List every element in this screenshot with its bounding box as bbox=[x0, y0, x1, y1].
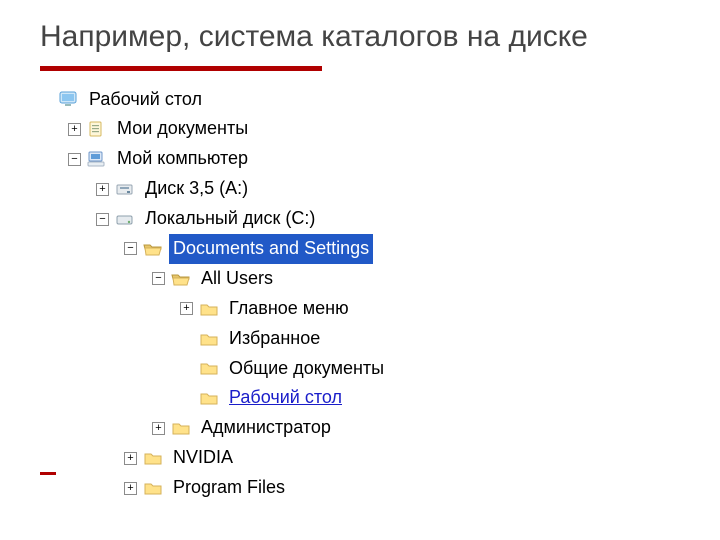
tree-label: Локальный диск (C:) bbox=[141, 204, 319, 234]
tree-row-desktop-link[interactable]: Рабочий стол bbox=[40, 383, 680, 413]
expand-icon[interactable]: + bbox=[68, 123, 81, 136]
expander-none bbox=[180, 392, 193, 405]
tree-label: Program Files bbox=[169, 473, 289, 503]
tree-row-program-files[interactable]: + Program Files bbox=[40, 473, 680, 503]
tree-row-localc[interactable]: − Локальный диск (C:) bbox=[40, 204, 680, 234]
tree-label: NVIDIA bbox=[169, 443, 237, 473]
tree-label: Главное меню bbox=[225, 294, 353, 324]
tree-row-desktop[interactable]: Рабочий стол bbox=[40, 85, 680, 115]
tree-row-mycomputer[interactable]: − Мой компьютер bbox=[40, 144, 680, 174]
tree-label-link: Рабочий стол bbox=[225, 383, 346, 413]
tree-row-shareddocs[interactable]: Общие документы bbox=[40, 354, 680, 384]
expand-icon[interactable]: + bbox=[180, 302, 193, 315]
hard-drive-icon bbox=[114, 209, 136, 229]
tree-row-all-users[interactable]: − All Users bbox=[40, 264, 680, 294]
expand-icon[interactable]: + bbox=[152, 422, 165, 435]
folder-icon bbox=[170, 418, 192, 438]
tree-label: Администратор bbox=[197, 413, 335, 443]
tree-row-documents-and-settings[interactable]: − Documents and Settings bbox=[40, 234, 680, 264]
title-rule bbox=[40, 66, 322, 71]
tree-label: Мои документы bbox=[113, 114, 252, 144]
folder-open-icon bbox=[142, 239, 164, 259]
desktop-icon bbox=[58, 89, 80, 109]
tree-label: Избранное bbox=[225, 324, 324, 354]
collapse-icon[interactable]: − bbox=[96, 213, 109, 226]
expander-none bbox=[180, 362, 193, 375]
tree-row-favorites[interactable]: Избранное bbox=[40, 324, 680, 354]
tree-label-selected: Documents and Settings bbox=[169, 234, 373, 264]
tree-label: Общие документы bbox=[225, 354, 388, 384]
tree-label: Мой компьютер bbox=[113, 144, 252, 174]
tree-row-nvidia[interactable]: + NVIDIA bbox=[40, 443, 680, 473]
expander-none bbox=[40, 93, 53, 106]
floppy-drive-icon bbox=[114, 179, 136, 199]
tree-row-mainmenu[interactable]: + Главное меню bbox=[40, 294, 680, 324]
collapse-icon[interactable]: − bbox=[152, 272, 165, 285]
tree-label: Рабочий стол bbox=[85, 85, 206, 115]
folder-icon bbox=[198, 299, 220, 319]
tree-row-floppy[interactable]: + Диск 3,5 (A:) bbox=[40, 174, 680, 204]
expand-icon[interactable]: + bbox=[96, 183, 109, 196]
expand-icon[interactable]: + bbox=[124, 452, 137, 465]
folder-tree: Рабочий стол + Мои документы − Мой компь… bbox=[40, 85, 680, 503]
tree-label: All Users bbox=[197, 264, 277, 294]
collapse-icon[interactable]: − bbox=[68, 153, 81, 166]
folder-icon bbox=[142, 478, 164, 498]
tree-label: Диск 3,5 (A:) bbox=[141, 174, 252, 204]
folder-icon bbox=[198, 358, 220, 378]
computer-icon bbox=[86, 149, 108, 169]
documents-icon bbox=[86, 119, 108, 139]
slide-title: Например, система каталогов на диске bbox=[40, 18, 680, 56]
tree-row-mydocs[interactable]: + Мои документы bbox=[40, 114, 680, 144]
expander-none bbox=[180, 332, 193, 345]
folder-open-icon bbox=[170, 269, 192, 289]
folder-icon bbox=[198, 388, 220, 408]
accent-line bbox=[40, 472, 56, 475]
folder-icon bbox=[142, 448, 164, 468]
tree-row-admin[interactable]: + Администратор bbox=[40, 413, 680, 443]
expand-icon[interactable]: + bbox=[124, 482, 137, 495]
collapse-icon[interactable]: − bbox=[124, 242, 137, 255]
folder-icon bbox=[198, 329, 220, 349]
